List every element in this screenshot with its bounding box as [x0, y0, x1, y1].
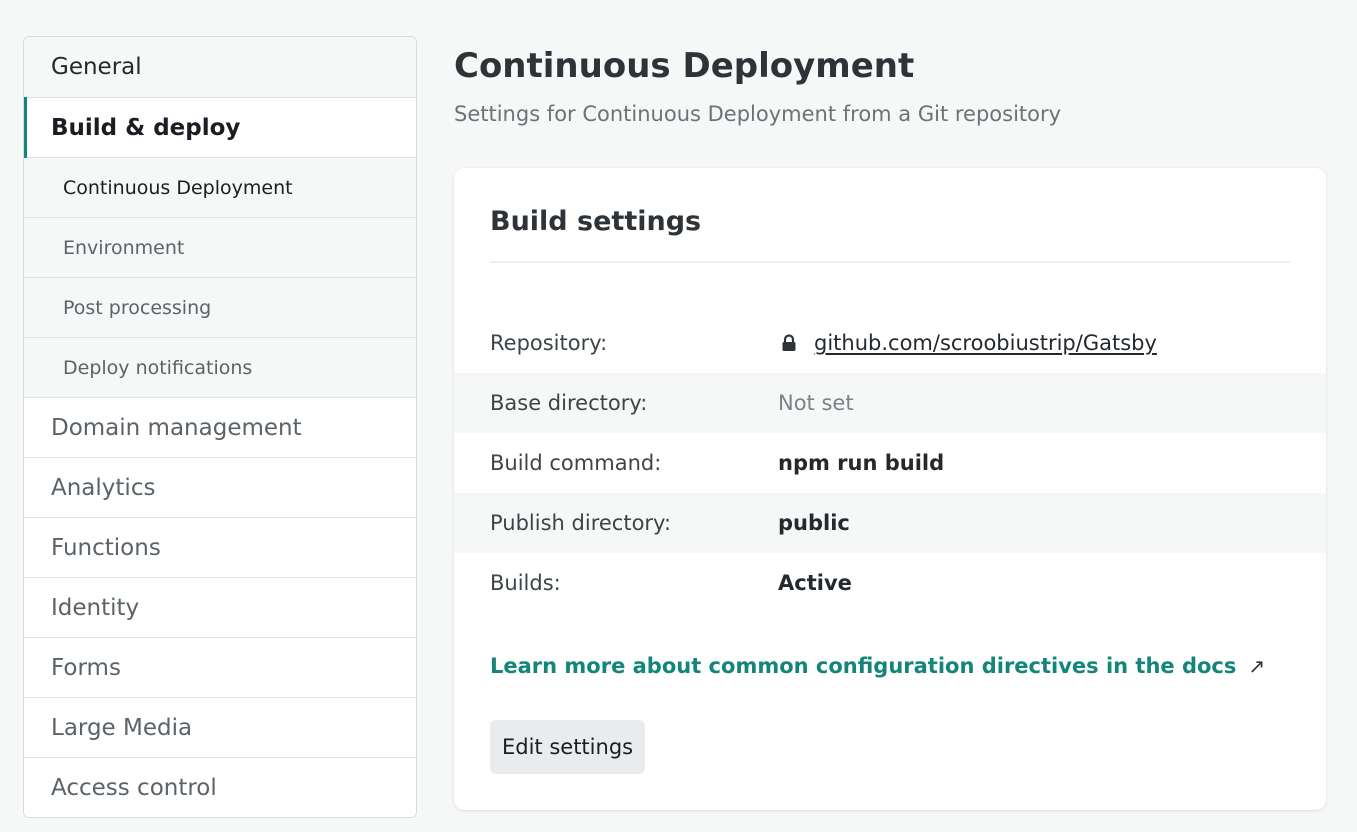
- external-link-icon: ↗: [1248, 654, 1266, 678]
- docs-link[interactable]: Learn more about common configuration di…: [490, 654, 1265, 678]
- sidebar-item-analytics[interactable]: Analytics: [24, 457, 416, 517]
- sidebar-subitem-environment[interactable]: Environment: [24, 217, 416, 277]
- sidebar-item-identity[interactable]: Identity: [24, 577, 416, 637]
- setting-value: npm run build: [778, 451, 945, 475]
- sidebar-subitem-deploy-notifications[interactable]: Deploy notifications: [24, 337, 416, 397]
- page-title: Continuous Deployment: [454, 46, 915, 86]
- sidebar-item-build-deploy[interactable]: Build & deploy: [24, 97, 416, 158]
- setting-row-publish-directory: Publish directory: public: [454, 493, 1326, 553]
- sidebar-item-label: Forms: [51, 654, 121, 681]
- setting-label: Builds:: [490, 571, 561, 595]
- sidebar-subitem-label: Continuous Deployment: [63, 176, 293, 199]
- card-title: Build settings: [490, 206, 702, 237]
- setting-row-repository: Repository: github.com/scroobiustrip/Gat…: [454, 313, 1326, 373]
- settings-table: Repository: github.com/scroobiustrip/Gat…: [454, 313, 1326, 613]
- sidebar-subitem-label: Environment: [63, 236, 185, 259]
- setting-label: Base directory:: [490, 391, 648, 415]
- sidebar-item-large-media[interactable]: Large Media: [24, 697, 416, 757]
- setting-row-build-command: Build command: npm run build: [454, 433, 1326, 493]
- setting-label: Publish directory:: [490, 511, 672, 535]
- sidebar-item-label: Identity: [51, 594, 140, 621]
- sidebar-subitem-label: Post processing: [63, 296, 212, 319]
- sidebar-item-general[interactable]: General: [24, 37, 416, 97]
- build-settings-card: Build settings Repository: github.com/sc…: [454, 168, 1326, 810]
- setting-value: github.com/scroobiustrip/Gatsby: [778, 331, 1157, 355]
- setting-value: Active: [778, 571, 852, 595]
- docs-link-label: Learn more about common configuration di…: [490, 654, 1237, 678]
- setting-label: Build command:: [490, 451, 662, 475]
- sidebar-item-label: Large Media: [51, 714, 193, 741]
- sidebar-item-label: General: [51, 54, 142, 80]
- sidebar-item-label: Functions: [51, 534, 161, 561]
- sidebar-item-label: Build & deploy: [51, 114, 241, 141]
- setting-label: Repository:: [490, 331, 608, 355]
- setting-value: public: [778, 511, 850, 535]
- sidebar-item-forms[interactable]: Forms: [24, 637, 416, 697]
- lock-icon: [778, 332, 800, 354]
- sidebar-subitem-post-processing[interactable]: Post processing: [24, 277, 416, 337]
- repository-link[interactable]: github.com/scroobiustrip/Gatsby: [814, 331, 1157, 355]
- page-subtitle: Settings for Continuous Deployment from …: [454, 102, 1062, 126]
- sidebar-subitem-label: Deploy notifications: [63, 356, 253, 379]
- sidebar-subitem-continuous-deployment[interactable]: Continuous Deployment: [24, 157, 416, 217]
- edit-settings-button[interactable]: Edit settings: [490, 720, 646, 774]
- sidebar-item-functions[interactable]: Functions: [24, 517, 416, 577]
- setting-row-base-directory: Base directory: Not set: [454, 373, 1326, 433]
- setting-row-builds: Builds: Active: [454, 553, 1326, 613]
- setting-value: Not set: [778, 391, 854, 415]
- sidebar-item-label: Analytics: [51, 474, 156, 501]
- card-divider: [490, 261, 1290, 263]
- sidebar-item-label: Access control: [51, 774, 217, 801]
- settings-sidebar: General Build & deploy Continuous Deploy…: [23, 36, 417, 818]
- sidebar-item-access-control[interactable]: Access control: [24, 757, 416, 817]
- sidebar-item-domain-management[interactable]: Domain management: [24, 397, 416, 457]
- sidebar-item-label: Domain management: [51, 414, 302, 441]
